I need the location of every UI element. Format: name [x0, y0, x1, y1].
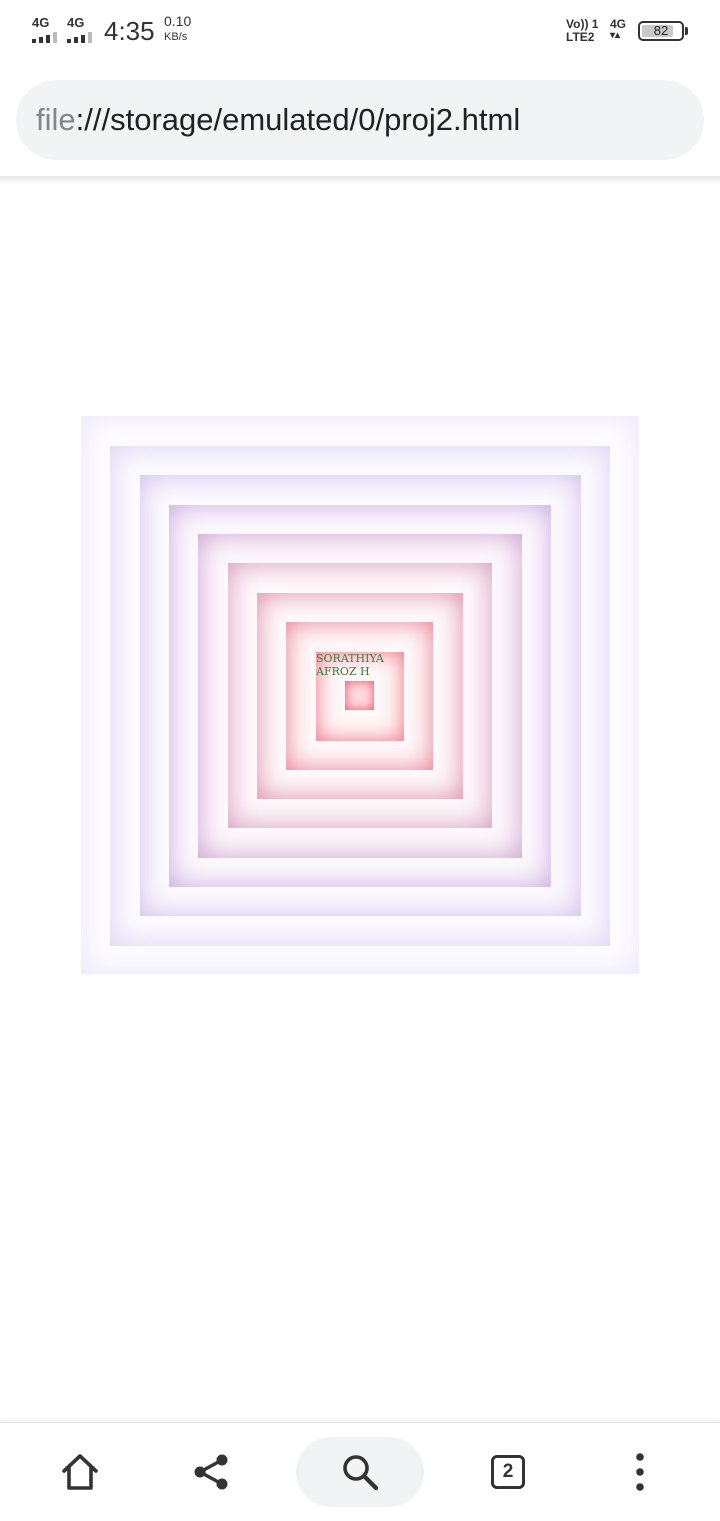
- status-bar: 4G 4G 4:35 0.10 KB/s Vo)) 1 LTE2 4G ▾▴ 8…: [0, 0, 720, 64]
- tab-count: 2: [502, 1461, 514, 1482]
- author-name-text: SORATHIYA AFROZ H: [316, 652, 384, 678]
- url-text[interactable]: file:///storage/emulated/0/proj2.html: [36, 100, 520, 140]
- battery-tip: [685, 27, 688, 35]
- sim1-signal-icon: 4G: [32, 16, 62, 44]
- nested-square-10: [345, 681, 374, 710]
- sim2-network-label: 4G: [67, 15, 85, 30]
- more-vert-icon: [636, 1453, 644, 1491]
- address-bar[interactable]: file:///storage/emulated/0/proj2.html: [16, 80, 704, 160]
- battery-level: 82: [653, 23, 669, 38]
- search-button[interactable]: [296, 1437, 424, 1507]
- data-network-icon: 4G ▾▴: [610, 18, 634, 41]
- home-icon: [62, 1454, 98, 1490]
- share-icon: [194, 1454, 228, 1490]
- sim1-network-label: 4G: [32, 15, 50, 30]
- toolbar-shadow: [0, 176, 720, 184]
- menu-button[interactable]: [600, 1437, 680, 1507]
- lte-label: LTE2: [566, 30, 595, 44]
- search-icon: [343, 1455, 379, 1491]
- network-speed: 0.10 KB/s: [164, 14, 204, 44]
- sim2-signal-icon: 4G: [67, 16, 97, 44]
- network-speed-value: 0.10: [164, 13, 192, 29]
- bottom-toolbar: [0, 1422, 720, 1521]
- clock: 4:35: [104, 16, 155, 46]
- tab-switcher-button[interactable]: 2: [491, 1455, 525, 1489]
- network-speed-unit: KB/s: [164, 31, 188, 43]
- author-name-line-1: SORATHIYA: [316, 652, 384, 665]
- share-button[interactable]: [172, 1437, 252, 1507]
- battery-icon: 82: [638, 21, 684, 41]
- url-scheme: file: [36, 102, 76, 137]
- volte-indicator: Vo)) 1 LTE2: [566, 18, 608, 44]
- url-path: :///storage/emulated/0/proj2.html: [75, 102, 521, 137]
- author-name-line-2: AFROZ H: [316, 665, 370, 678]
- home-button[interactable]: [40, 1437, 120, 1507]
- data-activity-arrows-icon: ▾▴: [610, 30, 621, 41]
